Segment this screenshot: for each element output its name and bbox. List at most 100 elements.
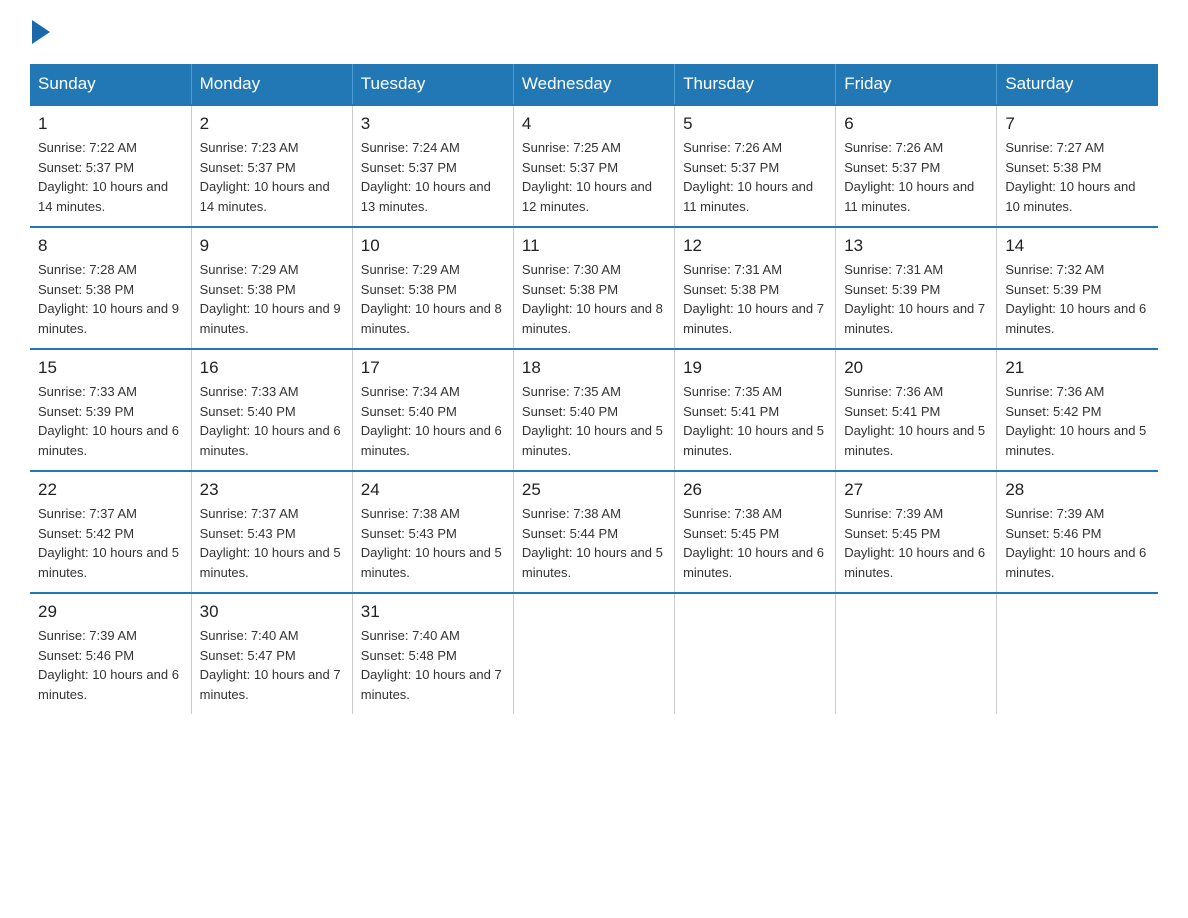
calendar-cell: 12 Sunrise: 7:31 AMSunset: 5:38 PMDayligh… — [675, 227, 836, 349]
weekday-header-tuesday: Tuesday — [352, 64, 513, 105]
day-number: 29 — [38, 602, 183, 622]
calendar-week-row: 1 Sunrise: 7:22 AMSunset: 5:37 PMDaylight… — [30, 105, 1158, 227]
day-info: Sunrise: 7:40 AMSunset: 5:47 PMDaylight:… — [200, 626, 344, 704]
day-number: 17 — [361, 358, 505, 378]
day-info: Sunrise: 7:35 AMSunset: 5:40 PMDaylight:… — [522, 382, 666, 460]
day-number: 15 — [38, 358, 183, 378]
calendar-cell: 1 Sunrise: 7:22 AMSunset: 5:37 PMDaylight… — [30, 105, 191, 227]
page-header — [30, 20, 1158, 44]
day-info: Sunrise: 7:31 AMSunset: 5:38 PMDaylight:… — [683, 260, 827, 338]
day-info: Sunrise: 7:38 AMSunset: 5:45 PMDaylight:… — [683, 504, 827, 582]
calendar-cell: 23 Sunrise: 7:37 AMSunset: 5:43 PMDayligh… — [191, 471, 352, 593]
calendar-cell: 2 Sunrise: 7:23 AMSunset: 5:37 PMDaylight… — [191, 105, 352, 227]
day-info: Sunrise: 7:36 AMSunset: 5:41 PMDaylight:… — [844, 382, 988, 460]
calendar-cell: 3 Sunrise: 7:24 AMSunset: 5:37 PMDaylight… — [352, 105, 513, 227]
day-number: 4 — [522, 114, 666, 134]
calendar-cell: 16Sunrise: 7:33 AMSunset: 5:40 PMDayligh… — [191, 349, 352, 471]
day-number: 6 — [844, 114, 988, 134]
calendar-cell: 14 Sunrise: 7:32 AMSunset: 5:39 PMDayligh… — [997, 227, 1158, 349]
day-info: Sunrise: 7:38 AMSunset: 5:43 PMDaylight:… — [361, 504, 505, 582]
day-info: Sunrise: 7:37 AMSunset: 5:43 PMDaylight:… — [200, 504, 344, 582]
calendar-cell: 6 Sunrise: 7:26 AMSunset: 5:37 PMDaylight… — [836, 105, 997, 227]
day-info: Sunrise: 7:31 AMSunset: 5:39 PMDaylight:… — [844, 260, 988, 338]
day-info: Sunrise: 7:32 AMSunset: 5:39 PMDaylight:… — [1005, 260, 1150, 338]
calendar-cell: 22Sunrise: 7:37 AMSunset: 5:42 PMDayligh… — [30, 471, 191, 593]
calendar-cell: 19 Sunrise: 7:35 AMSunset: 5:41 PMDayligh… — [675, 349, 836, 471]
weekday-header-monday: Monday — [191, 64, 352, 105]
day-info: Sunrise: 7:39 AMSunset: 5:46 PMDaylight:… — [38, 626, 183, 704]
calendar-cell: 8 Sunrise: 7:28 AMSunset: 5:38 PMDaylight… — [30, 227, 191, 349]
calendar-cell: 9Sunrise: 7:29 AMSunset: 5:38 PMDaylight… — [191, 227, 352, 349]
calendar-week-row: 8 Sunrise: 7:28 AMSunset: 5:38 PMDaylight… — [30, 227, 1158, 349]
day-number: 31 — [361, 602, 505, 622]
calendar-cell: 15 Sunrise: 7:33 AMSunset: 5:39 PMDayligh… — [30, 349, 191, 471]
day-number: 8 — [38, 236, 183, 256]
day-info: Sunrise: 7:23 AMSunset: 5:37 PMDaylight:… — [200, 138, 344, 216]
day-info: Sunrise: 7:38 AMSunset: 5:44 PMDaylight:… — [522, 504, 666, 582]
day-info: Sunrise: 7:29 AMSunset: 5:38 PMDaylight:… — [361, 260, 505, 338]
day-info: Sunrise: 7:29 AMSunset: 5:38 PMDaylight:… — [200, 260, 344, 338]
day-info: Sunrise: 7:26 AMSunset: 5:37 PMDaylight:… — [844, 138, 988, 216]
day-number: 30 — [200, 602, 344, 622]
day-number: 3 — [361, 114, 505, 134]
day-number: 28 — [1005, 480, 1150, 500]
calendar-cell: 21 Sunrise: 7:36 AMSunset: 5:42 PMDayligh… — [997, 349, 1158, 471]
calendar-cell: 10 Sunrise: 7:29 AMSunset: 5:38 PMDayligh… — [352, 227, 513, 349]
day-info: Sunrise: 7:39 AMSunset: 5:46 PMDaylight:… — [1005, 504, 1150, 582]
day-number: 2 — [200, 114, 344, 134]
day-info: Sunrise: 7:37 AMSunset: 5:42 PMDaylight:… — [38, 504, 183, 582]
day-info: Sunrise: 7:35 AMSunset: 5:41 PMDaylight:… — [683, 382, 827, 460]
day-info: Sunrise: 7:24 AMSunset: 5:37 PMDaylight:… — [361, 138, 505, 216]
day-number: 13 — [844, 236, 988, 256]
day-number: 10 — [361, 236, 505, 256]
logo — [30, 20, 50, 44]
day-number: 18 — [522, 358, 666, 378]
day-number: 27 — [844, 480, 988, 500]
weekday-header-row: SundayMondayTuesdayWednesdayThursdayFrid… — [30, 64, 1158, 105]
calendar-cell — [513, 593, 674, 714]
day-number: 19 — [683, 358, 827, 378]
day-info: Sunrise: 7:22 AMSunset: 5:37 PMDaylight:… — [38, 138, 183, 216]
calendar-cell: 29 Sunrise: 7:39 AMSunset: 5:46 PMDayligh… — [30, 593, 191, 714]
day-number: 1 — [38, 114, 183, 134]
calendar-cell: 20 Sunrise: 7:36 AMSunset: 5:41 PMDayligh… — [836, 349, 997, 471]
calendar-cell: 31 Sunrise: 7:40 AMSunset: 5:48 PMDayligh… — [352, 593, 513, 714]
weekday-header-thursday: Thursday — [675, 64, 836, 105]
day-number: 23 — [200, 480, 344, 500]
calendar-table: SundayMondayTuesdayWednesdayThursdayFrid… — [30, 64, 1158, 714]
calendar-week-row: 15 Sunrise: 7:33 AMSunset: 5:39 PMDayligh… — [30, 349, 1158, 471]
calendar-cell: 17 Sunrise: 7:34 AMSunset: 5:40 PMDayligh… — [352, 349, 513, 471]
day-info: Sunrise: 7:25 AMSunset: 5:37 PMDaylight:… — [522, 138, 666, 216]
calendar-cell: 4 Sunrise: 7:25 AMSunset: 5:37 PMDaylight… — [513, 105, 674, 227]
day-info: Sunrise: 7:28 AMSunset: 5:38 PMDaylight:… — [38, 260, 183, 338]
day-info: Sunrise: 7:40 AMSunset: 5:48 PMDaylight:… — [361, 626, 505, 704]
day-number: 26 — [683, 480, 827, 500]
calendar-cell: 13 Sunrise: 7:31 AMSunset: 5:39 PMDayligh… — [836, 227, 997, 349]
weekday-header-saturday: Saturday — [997, 64, 1158, 105]
day-number: 21 — [1005, 358, 1150, 378]
calendar-cell: 28 Sunrise: 7:39 AMSunset: 5:46 PMDayligh… — [997, 471, 1158, 593]
weekday-header-sunday: Sunday — [30, 64, 191, 105]
day-number: 24 — [361, 480, 505, 500]
day-number: 14 — [1005, 236, 1150, 256]
calendar-cell: 11 Sunrise: 7:30 AMSunset: 5:38 PMDayligh… — [513, 227, 674, 349]
calendar-cell — [836, 593, 997, 714]
day-number: 20 — [844, 358, 988, 378]
day-info: Sunrise: 7:34 AMSunset: 5:40 PMDaylight:… — [361, 382, 505, 460]
day-info: Sunrise: 7:36 AMSunset: 5:42 PMDaylight:… — [1005, 382, 1150, 460]
day-number: 12 — [683, 236, 827, 256]
day-number: 11 — [522, 236, 666, 256]
calendar-cell — [675, 593, 836, 714]
calendar-cell: 30 Sunrise: 7:40 AMSunset: 5:47 PMDayligh… — [191, 593, 352, 714]
day-info: Sunrise: 7:33 AMSunset: 5:39 PMDaylight:… — [38, 382, 183, 460]
calendar-cell: 7Sunrise: 7:27 AMSunset: 5:38 PMDaylight… — [997, 105, 1158, 227]
calendar-cell: 18 Sunrise: 7:35 AMSunset: 5:40 PMDayligh… — [513, 349, 674, 471]
calendar-week-row: 22Sunrise: 7:37 AMSunset: 5:42 PMDayligh… — [30, 471, 1158, 593]
day-number: 25 — [522, 480, 666, 500]
calendar-cell: 24 Sunrise: 7:38 AMSunset: 5:43 PMDayligh… — [352, 471, 513, 593]
weekday-header-friday: Friday — [836, 64, 997, 105]
day-info: Sunrise: 7:33 AMSunset: 5:40 PMDaylight:… — [200, 382, 344, 460]
day-info: Sunrise: 7:30 AMSunset: 5:38 PMDaylight:… — [522, 260, 666, 338]
calendar-cell: 26 Sunrise: 7:38 AMSunset: 5:45 PMDayligh… — [675, 471, 836, 593]
weekday-header-wednesday: Wednesday — [513, 64, 674, 105]
